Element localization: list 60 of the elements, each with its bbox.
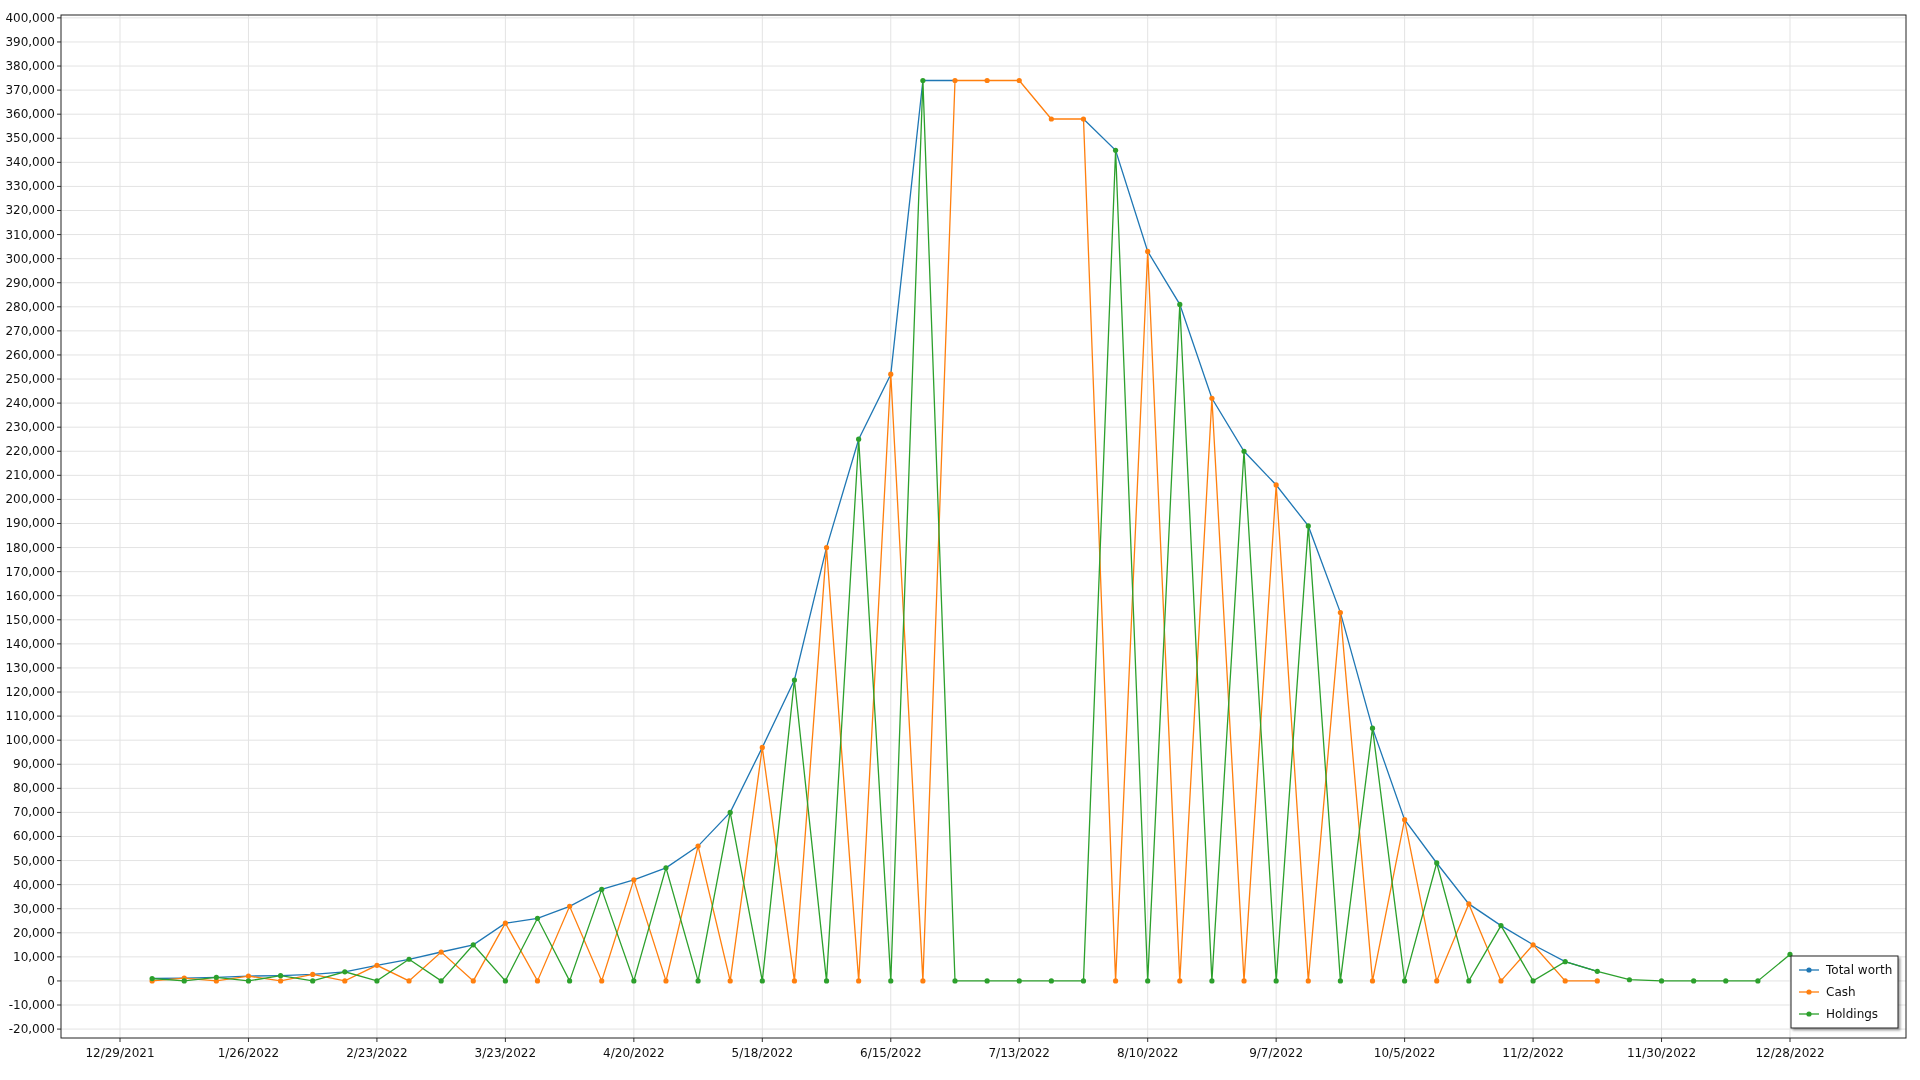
- y-axis-label: 150,000: [5, 612, 55, 627]
- y-axis-label: 170,000: [5, 564, 55, 579]
- y-axis-label: 100,000: [5, 733, 55, 748]
- y-axis-label: 190,000: [5, 516, 55, 531]
- y-axis-label: 80,000: [13, 781, 55, 796]
- y-axis-label: 340,000: [5, 155, 55, 170]
- y-axis-label: 390,000: [5, 34, 55, 49]
- y-axis-label: 210,000: [5, 468, 55, 483]
- y-axis-label: 70,000: [13, 805, 55, 820]
- x-axis-label: 5/18/2022: [731, 1046, 794, 1060]
- y-axis-label: 320,000: [5, 203, 55, 218]
- y-axis-label: 180,000: [5, 540, 55, 555]
- y-axis-label: 50,000: [13, 853, 55, 868]
- x-axis-label: 3/23/2022: [474, 1046, 537, 1060]
- x-axis-label: 9/7/2022: [1249, 1046, 1304, 1060]
- x-axis-label: 12/29/2021: [85, 1046, 155, 1060]
- y-axis-label: 220,000: [5, 444, 55, 459]
- y-axis-label: 60,000: [13, 829, 55, 844]
- y-axis-label: 10,000: [13, 949, 55, 964]
- y-axis-label: 290,000: [5, 275, 55, 290]
- y-axis-label: 280,000: [5, 299, 55, 314]
- y-axis-label: 260,000: [5, 347, 55, 362]
- y-axis-label: 200,000: [5, 492, 55, 507]
- x-axis-label: 11/30/2022: [1626, 1046, 1697, 1060]
- y-axis-label: 300,000: [5, 251, 55, 266]
- y-axis-label: 240,000: [5, 396, 55, 411]
- y-axis-label: 0: [47, 973, 55, 988]
- x-axis-label: 11/2/2022: [1502, 1046, 1564, 1060]
- y-axis-label: 90,000: [13, 757, 55, 772]
- y-axis-label: 310,000: [5, 227, 55, 242]
- y-axis-label: 160,000: [5, 588, 55, 603]
- y-axis-label: 40,000: [13, 877, 55, 892]
- legend-label: Total worth: [1826, 963, 1893, 977]
- y-axis-label: 20,000: [13, 925, 55, 940]
- y-axis-label: 360,000: [5, 107, 55, 122]
- y-axis-label: 250,000: [5, 372, 55, 387]
- x-axis-label: 12/28/2022: [1755, 1046, 1825, 1060]
- x-axis-label: 7/13/2022: [988, 1046, 1050, 1060]
- y-axis-label: -20,000: [8, 1022, 55, 1037]
- y-axis-label: 350,000: [5, 131, 55, 146]
- x-axis-label: 6/15/2022: [860, 1046, 922, 1060]
- x-axis-label: 4/20/2022: [603, 1046, 665, 1060]
- y-axis-label: 380,000: [5, 59, 55, 74]
- x-axis-label: 8/10/2022: [1116, 1046, 1179, 1060]
- legend-label: Holdings: [1826, 1007, 1879, 1021]
- y-axis-label: 270,000: [5, 323, 55, 338]
- y-axis-label: 140,000: [5, 636, 55, 651]
- x-axis-label: 10/5/2022: [1373, 1046, 1436, 1060]
- x-axis-label: 2/23/2022: [346, 1046, 408, 1060]
- y-axis-label: 330,000: [5, 179, 55, 194]
- y-axis-label: 230,000: [5, 420, 55, 435]
- legend-label: Cash: [1826, 985, 1856, 999]
- y-axis-label: 130,000: [5, 660, 55, 675]
- y-axis-label: -10,000: [8, 998, 55, 1012]
- y-axis-label: 370,000: [5, 83, 55, 98]
- x-axis-label: 1/26/2022: [217, 1046, 280, 1060]
- y-axis-label: 110,000: [5, 709, 55, 724]
- y-axis-label: 400,000: [5, 10, 55, 25]
- y-axis-label: 30,000: [13, 901, 55, 916]
- y-axis-label: 120,000: [5, 685, 55, 699]
